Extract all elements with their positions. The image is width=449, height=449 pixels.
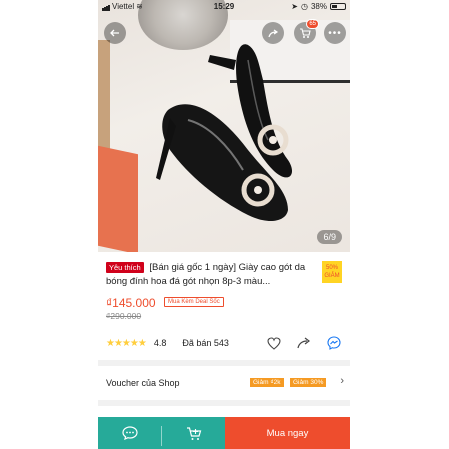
chat-button[interactable] [98,417,161,449]
share-icon [268,29,279,38]
photo-counter: 6/9 [317,230,342,244]
rating-row: ★★★★★ 4.8 Đã bán 543 [106,336,342,350]
voucher-label: Voucher của Shop [106,378,180,388]
alarm-icon: ◷ [301,2,308,11]
phone-screen: 6/9 Viettel ≋ 15:29 ➤ ◷ 38% 65 ••• Yêu t… [98,0,350,449]
status-bar: Viettel ≋ 15:29 ➤ ◷ 38% [98,0,350,13]
rating-stars: ★★★★★ [106,337,147,349]
share-arrow-icon [297,337,310,349]
cart-button[interactable]: 65 [294,19,319,44]
deal-tag[interactable]: Mua Kèm Deal Sốc [164,297,224,307]
battery-icon [330,3,346,10]
voucher-tag: Giảm 30% [290,378,327,387]
status-right: ➤ ◷ 38% [291,2,346,11]
rating-value: 4.8 [153,338,167,348]
add-to-cart-button[interactable] [162,417,225,449]
discount-badge: 50% GIẢM [322,261,342,283]
section-divider [98,360,350,366]
buy-now-button[interactable]: Mua ngay [225,417,350,449]
battery-percent: 38% [310,2,327,11]
product-price: ₫145.000 [106,296,156,310]
shop-voucher-row[interactable]: Voucher của Shop Giảm ₫2k Giảm 30% › [98,368,350,396]
back-button[interactable] [104,22,126,44]
sold-count: Đã bán 543 [182,338,229,348]
section-divider [98,400,350,406]
add-cart-icon [186,426,201,440]
share-button[interactable] [262,22,284,44]
bottom-action-bar: Mua ngay [98,417,350,449]
location-icon: ➤ [291,2,298,11]
messenger-icon [327,336,341,350]
more-dots-icon: ••• [328,27,342,39]
more-button[interactable]: ••• [324,22,346,44]
heart-icon [267,336,281,350]
chat-icon [121,426,138,440]
voucher-tag: Giảm ₫2k [250,378,284,387]
messenger-button[interactable] [326,336,342,350]
original-price: ₫290.000 [106,311,142,321]
favorite-tag: Yêu thích [106,262,144,273]
back-arrow-icon [110,29,119,37]
like-button[interactable] [266,336,282,350]
share-product-button[interactable] [296,336,312,350]
cart-count-badge: 65 [306,19,319,29]
product-title-block: Yêu thích [Bán giá gốc 1 ngày] Giày cao … [106,261,312,289]
chevron-right-icon: › [340,375,344,387]
